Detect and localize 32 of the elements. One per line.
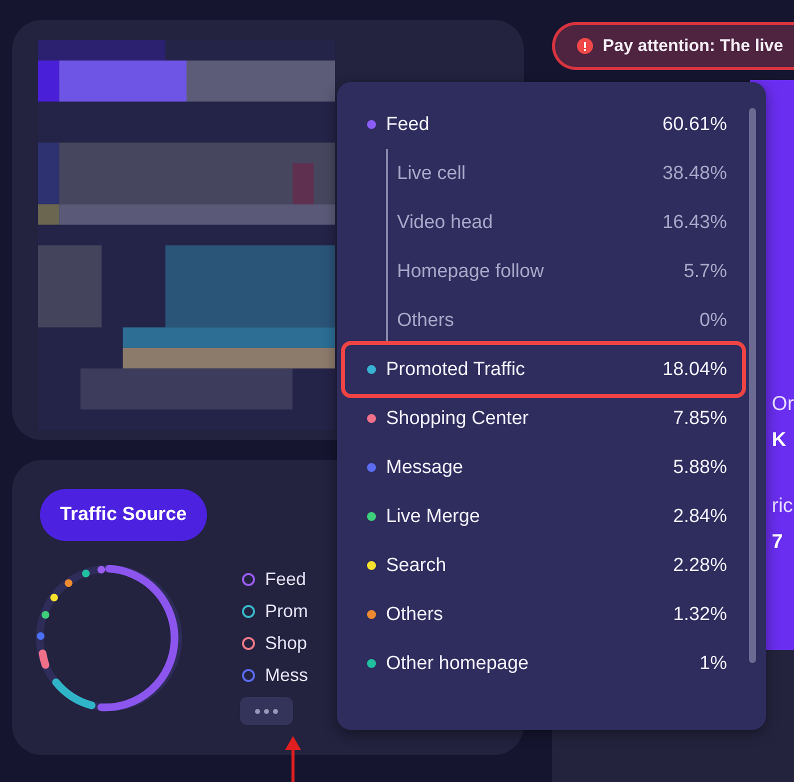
- list-item[interactable]: Live cell 38.48%: [397, 149, 727, 198]
- legend-label: Shop: [265, 633, 308, 654]
- warning-icon: [576, 38, 593, 54]
- stat-label: Or: [772, 392, 794, 417]
- list-item[interactable]: Other homepage 1%: [361, 639, 727, 688]
- stat-value: 7: [772, 530, 783, 555]
- stat-value: K: [772, 428, 786, 453]
- list-item[interactable]: Shopping Center 7.85%: [361, 394, 727, 443]
- list-item[interactable]: Video head 16.43%: [397, 198, 727, 247]
- donut-segment: [42, 611, 50, 619]
- donut-segment: [50, 594, 58, 602]
- donut-segment: [82, 570, 90, 578]
- list-item[interactable]: Promoted Traffic 18.04%: [345, 345, 742, 394]
- section-title: Traffic Source: [40, 489, 207, 541]
- list-item[interactable]: Search 2.28%: [361, 541, 727, 590]
- list-item[interactable]: Others 1.32%: [361, 590, 727, 639]
- list-item[interactable]: Live Merge 2.84%: [361, 492, 727, 541]
- list-item[interactable]: Homepage follow 5.7%: [397, 247, 727, 296]
- donut-segment: [38, 650, 50, 669]
- arrow-icon: [285, 736, 301, 782]
- legend-label: Feed: [265, 569, 306, 590]
- list-item[interactable]: Others 0%: [397, 296, 727, 345]
- list-item[interactable]: Feed 60.61%: [361, 100, 727, 149]
- stat-label: ric: [772, 494, 793, 519]
- legend-label: Prom: [265, 601, 308, 622]
- more-button[interactable]: [240, 697, 293, 725]
- donut-segment: [64, 579, 72, 587]
- legend-label: Mess: [265, 665, 308, 686]
- donut-segment: [36, 632, 45, 640]
- list-item[interactable]: Message 5.88%: [361, 443, 727, 492]
- alert-text: Pay attention: The live: [602, 36, 784, 56]
- scrollbar[interactable]: [749, 108, 756, 663]
